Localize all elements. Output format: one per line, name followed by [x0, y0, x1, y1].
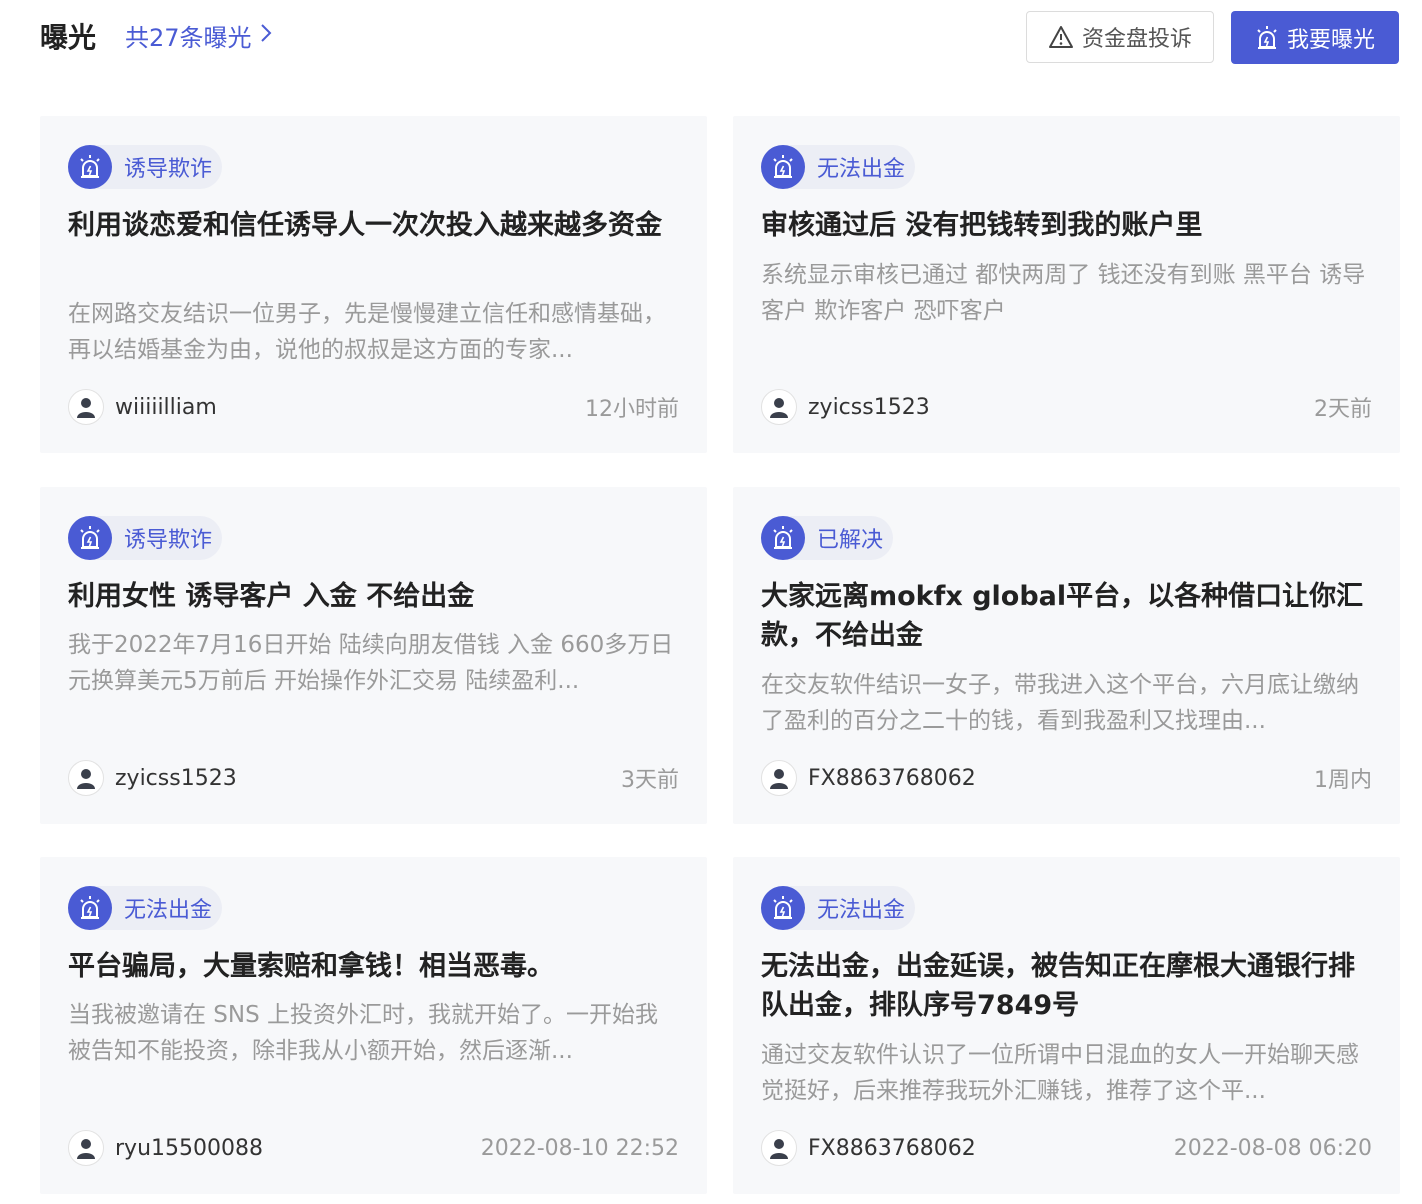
card-description: 在交友软件结识一女子，带我进入这个平台，六月底让缴纳了盈利的百分之二十的钱，看到… — [761, 672, 1359, 734]
chevron-right-icon — [260, 18, 272, 58]
alarm-icon — [761, 886, 805, 930]
post-time: 3天前 — [621, 768, 679, 793]
card-author[interactable]: FX8863768062 — [761, 760, 976, 796]
card-footer: zyicss1523 2天前 — [761, 387, 1372, 427]
alarm-icon — [68, 886, 112, 930]
username: zyicss1523 — [115, 765, 237, 791]
card-author[interactable]: zyicss1523 — [761, 389, 930, 425]
category-tag: 无法出金 — [761, 886, 916, 930]
card-footer: wiiiiilliam 12小时前 — [68, 387, 679, 427]
username: FX8863768062 — [808, 765, 976, 791]
category-tag: 诱导欺诈 — [68, 516, 223, 560]
card-footer: ryu15500088 2022-08-10 22:52 — [68, 1128, 679, 1168]
category-tag: 无法出金 — [68, 886, 223, 930]
user-icon — [77, 398, 95, 418]
exposure-card[interactable]: 诱导欺诈 利用谈恋爱和信任诱导人一次次投入越来越多资金 在网路交友结识一位男子，… — [40, 116, 707, 453]
post-time: 2天前 — [1314, 397, 1372, 422]
post-time: 1周内 — [1314, 768, 1372, 793]
post-time: 2022-08-10 22:52 — [480, 1135, 679, 1161]
post-time: 2022-08-08 06:20 — [1173, 1135, 1372, 1161]
card-title[interactable]: 审核通过后 没有把钱转到我的账户里 — [761, 206, 1373, 245]
category-tag-label: 已解决 — [817, 528, 884, 553]
fund-scheme-complaint-button[interactable]: 资金盘投诉 — [1026, 11, 1214, 63]
alarm-icon — [761, 145, 805, 189]
card-description: 在网路交友结识一位男子，先是慢慢建立信任和感情基础，再以结婚基金为由，说他的叔叔… — [68, 301, 666, 363]
card-description: 系统显示审核已通过 都快两周了 钱还没有到账 黑平台 诱导客户 欺诈客户 恐吓客… — [761, 262, 1366, 324]
category-tag-label: 无法出金 — [817, 157, 906, 182]
warning-icon — [1048, 26, 1073, 48]
alarm-icon — [1257, 25, 1277, 49]
card-author[interactable]: FX8863768062 — [761, 1130, 976, 1166]
page-header: 曝光 共27条曝光 资金盘投诉 我要曝光 — [0, 0, 1422, 80]
exposure-card[interactable]: 无法出金 审核通过后 没有把钱转到我的账户里 系统显示审核已通过 都快两周了 钱… — [733, 116, 1400, 453]
user-icon — [770, 1139, 788, 1159]
category-tag-label: 无法出金 — [817, 898, 906, 923]
alarm-icon — [761, 516, 805, 560]
exposure-card[interactable]: 无法出金 平台骗局，大量索赔和拿钱！相当恶毒。 当我被邀请在 SNS 上投资外汇… — [40, 857, 707, 1194]
user-icon — [77, 1139, 95, 1159]
exposure-count-label: 共27条曝光 — [125, 24, 252, 52]
card-description: 我于2022年7月16日开始 陆续向朋友借钱 入金 660多万日元换算美元5万前… — [68, 632, 674, 694]
exposure-card[interactable]: 诱导欺诈 利用女性 诱导客户 入金 不给出金 我于2022年7月16日开始 陆续… — [40, 487, 707, 824]
user-icon — [77, 769, 95, 789]
username: wiiiiilliam — [115, 394, 217, 420]
username: zyicss1523 — [808, 394, 930, 420]
expose-button[interactable]: 我要曝光 — [1231, 11, 1399, 64]
card-description: 通过交友软件认识了一位所谓中日混血的女人一开始聊天感觉挺好，后来推荐我玩外汇赚钱… — [761, 1042, 1359, 1104]
card-title[interactable]: 利用女性 诱导客户 入金 不给出金 — [68, 577, 680, 616]
card-title[interactable]: 利用谈恋爱和信任诱导人一次次投入越来越多资金 — [68, 206, 680, 245]
card-footer: zyicss1523 3天前 — [68, 758, 679, 798]
card-footer: FX8863768062 2022-08-08 06:20 — [761, 1128, 1372, 1168]
card-footer: FX8863768062 1周内 — [761, 758, 1372, 798]
category-tag-label: 诱导欺诈 — [124, 528, 213, 553]
complaint-button-label: 资金盘投诉 — [1081, 27, 1192, 52]
card-author[interactable]: zyicss1523 — [68, 760, 237, 796]
avatar — [68, 1130, 104, 1166]
category-tag: 无法出金 — [761, 145, 916, 189]
card-description: 当我被邀请在 SNS 上投资外汇时，我就开始了。一开始我被告知不能投资，除非我从… — [68, 1002, 659, 1064]
avatar — [761, 760, 797, 796]
page-title: 曝光 — [40, 21, 97, 54]
exposure-count-link[interactable]: 共27条曝光 — [125, 18, 272, 58]
avatar — [68, 389, 104, 425]
category-tag-label: 诱导欺诈 — [124, 157, 213, 182]
alarm-icon — [68, 516, 112, 560]
username: ryu15500088 — [115, 1135, 263, 1161]
alarm-icon — [68, 145, 112, 189]
category-tag-label: 无法出金 — [124, 898, 213, 923]
category-tag: 已解决 — [761, 516, 894, 560]
user-icon — [770, 398, 788, 418]
user-icon — [770, 769, 788, 789]
category-tag: 诱导欺诈 — [68, 145, 223, 189]
post-time: 12小时前 — [585, 397, 679, 422]
card-author[interactable]: wiiiiilliam — [68, 389, 217, 425]
avatar — [68, 760, 104, 796]
username: FX8863768062 — [808, 1135, 976, 1161]
card-author[interactable]: ryu15500088 — [68, 1130, 263, 1166]
avatar — [761, 389, 797, 425]
expose-button-label: 我要曝光 — [1286, 27, 1375, 53]
card-title[interactable]: 大家远离mokfx global平台，以各种借口让你汇款，不给出金 — [761, 577, 1373, 655]
exposure-card[interactable]: 已解决 大家远离mokfx global平台，以各种借口让你汇款，不给出金 在交… — [733, 487, 1400, 824]
avatar — [761, 1130, 797, 1166]
exposure-card[interactable]: 无法出金 无法出金，出金延误，被告知正在摩根大通银行排队出金，排队序号7849号… — [733, 857, 1400, 1194]
card-title[interactable]: 平台骗局，大量索赔和拿钱！相当恶毒。 — [68, 947, 680, 986]
card-title[interactable]: 无法出金，出金延误，被告知正在摩根大通银行排队出金，排队序号7849号 — [761, 947, 1373, 1025]
